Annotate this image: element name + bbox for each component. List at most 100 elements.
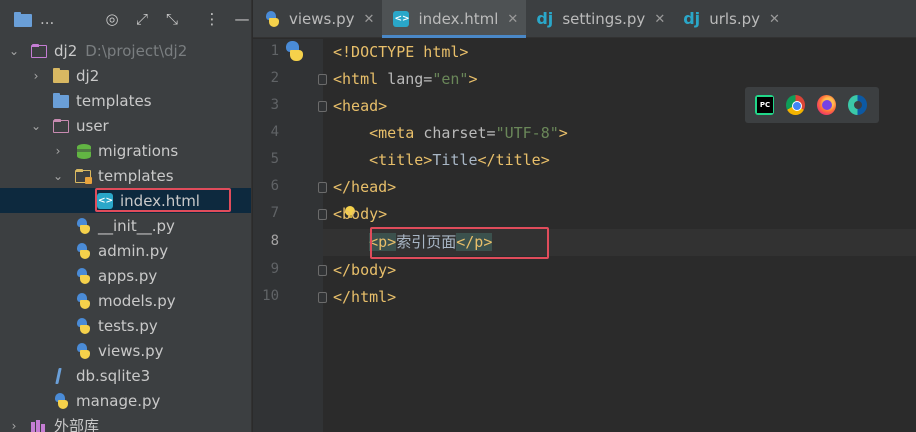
templates-folder-icon — [74, 168, 92, 184]
close-icon[interactable]: ✕ — [507, 12, 518, 27]
tree-item[interactable]: models.py — [0, 288, 251, 313]
fold-marker-icon[interactable] — [318, 265, 327, 276]
line-number: 6 — [270, 178, 279, 194]
migrations-folder-icon — [74, 143, 92, 159]
project-view-label[interactable]: ... — [40, 10, 85, 28]
line-number: 7 — [270, 205, 279, 221]
python-file-icon — [52, 392, 70, 409]
code-line-2: <html lang="en"> — [333, 70, 478, 88]
code-line-8: <p>索引页面</p> — [369, 233, 493, 251]
python-file-icon — [74, 217, 92, 234]
editor-tab[interactable]: dj settings.py ✕ — [526, 0, 673, 38]
fold-marker-icon[interactable] — [318, 209, 327, 220]
code-line-1: <!DOCTYPE html> — [333, 43, 469, 61]
app-folder-icon — [52, 118, 70, 134]
tab-label: index.html — [418, 10, 499, 28]
tree-item[interactable]: ⌄ dj2 D:\project\dj2 — [0, 38, 251, 63]
external-libraries-icon — [30, 418, 48, 432]
editor-tab[interactable]: index.html ✕ — [382, 0, 527, 38]
django-icon: dj — [536, 9, 554, 28]
templates-folder-icon — [52, 92, 70, 109]
tab-label: views.py — [289, 10, 355, 28]
edge-icon[interactable] — [848, 95, 867, 115]
chevron-right-icon[interactable]: › — [30, 69, 42, 83]
code-line-5: <title>Title</title> — [369, 151, 550, 169]
tree-item[interactable]: › 外部库 — [0, 413, 251, 432]
chevron-down-icon[interactable]: ⌄ — [8, 44, 20, 58]
package-folder-icon — [52, 67, 70, 84]
project-tree: ⌄ dj2 D:\project\dj2 › dj2 templates ⌄ user › mig… — [0, 38, 251, 432]
editor-tab[interactable]: views.py ✕ — [253, 0, 382, 38]
tree-item-label: manage.py — [76, 391, 161, 410]
tree-item[interactable]: manage.py — [0, 388, 251, 413]
tree-item-label: admin.py — [98, 241, 169, 260]
project-view-icon[interactable] — [14, 11, 32, 27]
html-file-icon — [96, 192, 114, 209]
tree-item[interactable]: ⌄ templates — [0, 163, 251, 188]
python-file-icon — [74, 267, 92, 284]
tree-item-label: 外部库 — [54, 417, 100, 432]
code-line-4: <meta charset="UTF-8"> — [369, 124, 568, 142]
chevron-right-icon[interactable]: › — [52, 144, 64, 158]
tree-item[interactable]: templates — [0, 88, 251, 113]
code-line-3: <head> — [333, 97, 388, 115]
tab-label: urls.py — [709, 10, 761, 28]
python-file-icon — [263, 10, 281, 28]
python-interpreter-icon — [284, 41, 304, 61]
code-line-6: </head> — [333, 178, 397, 196]
tree-item-label: index.html — [120, 191, 200, 210]
tree-item[interactable]: db.sqlite3 — [0, 363, 251, 388]
chevron-down-icon[interactable]: ⌄ — [30, 119, 42, 133]
editor-tab[interactable]: dj urls.py ✕ — [673, 0, 788, 38]
python-file-icon — [74, 342, 92, 359]
database-file-icon — [52, 367, 70, 384]
tree-item[interactable]: › migrations — [0, 138, 251, 163]
tree-item[interactable]: ⌄ user — [0, 113, 251, 138]
pycharm-icon[interactable] — [755, 95, 774, 115]
more-icon[interactable]: ⋮ — [203, 9, 221, 29]
fold-marker-icon[interactable] — [318, 182, 327, 193]
target-icon[interactable]: ◎ — [103, 9, 121, 29]
line-number: 9 — [270, 261, 279, 277]
fold-marker-icon[interactable] — [318, 74, 327, 85]
tree-item-label: tests.py — [98, 316, 158, 335]
collapse-icon[interactable]: ⤡ — [163, 9, 181, 29]
fold-marker-icon[interactable] — [318, 101, 327, 112]
chrome-icon[interactable] — [786, 95, 805, 115]
tree-item-label: dj2 — [76, 66, 100, 85]
expand-icon[interactable]: ⤢ — [133, 9, 151, 29]
tree-item-label: models.py — [98, 291, 176, 310]
html-file-icon — [392, 10, 410, 28]
line-number: 1 — [270, 43, 279, 59]
close-icon[interactable]: ✕ — [364, 12, 375, 27]
close-icon[interactable]: ✕ — [769, 12, 780, 27]
line-number: 5 — [270, 151, 279, 167]
project-path: D:\project\dj2 — [85, 41, 188, 60]
tree-item-label: apps.py — [98, 266, 158, 285]
project-folder-icon — [30, 43, 48, 59]
tree-item-label: dj2 — [54, 41, 78, 60]
code-editor[interactable]: 1 2 3 4 5 6 7 8 9 10 <!DOCTYPE html> <html lang="… — [253, 39, 916, 432]
fold-marker-icon[interactable] — [318, 292, 327, 303]
tree-item[interactable]: __init__.py — [0, 213, 251, 238]
tree-item[interactable]: views.py — [0, 338, 251, 363]
open-in-browser-popup — [745, 87, 879, 123]
tab-label: settings.py — [562, 10, 646, 28]
line-number: 10 — [262, 288, 279, 304]
code-line-7: <body> — [333, 205, 388, 223]
minimize-icon[interactable]: — — [233, 9, 251, 29]
tree-item[interactable]: admin.py — [0, 238, 251, 263]
tree-item-label: __init__.py — [98, 216, 175, 235]
close-icon[interactable]: ✕ — [654, 12, 665, 27]
line-number: 8 — [270, 233, 279, 249]
tree-item[interactable]: › dj2 — [0, 63, 251, 88]
project-tool-window: ... ◎ ⤢ ⤡ ⋮ — ⌄ dj2 D:\project\dj2 › dj2 temp… — [0, 0, 252, 432]
django-icon: dj — [683, 9, 701, 28]
tree-item[interactable]: index.html — [0, 188, 251, 213]
chevron-down-icon[interactable]: ⌄ — [52, 169, 64, 183]
tree-item[interactable]: tests.py — [0, 313, 251, 338]
python-file-icon — [74, 242, 92, 259]
tree-item[interactable]: apps.py — [0, 263, 251, 288]
firefox-icon[interactable] — [817, 95, 836, 115]
chevron-right-icon[interactable]: › — [8, 419, 20, 432]
